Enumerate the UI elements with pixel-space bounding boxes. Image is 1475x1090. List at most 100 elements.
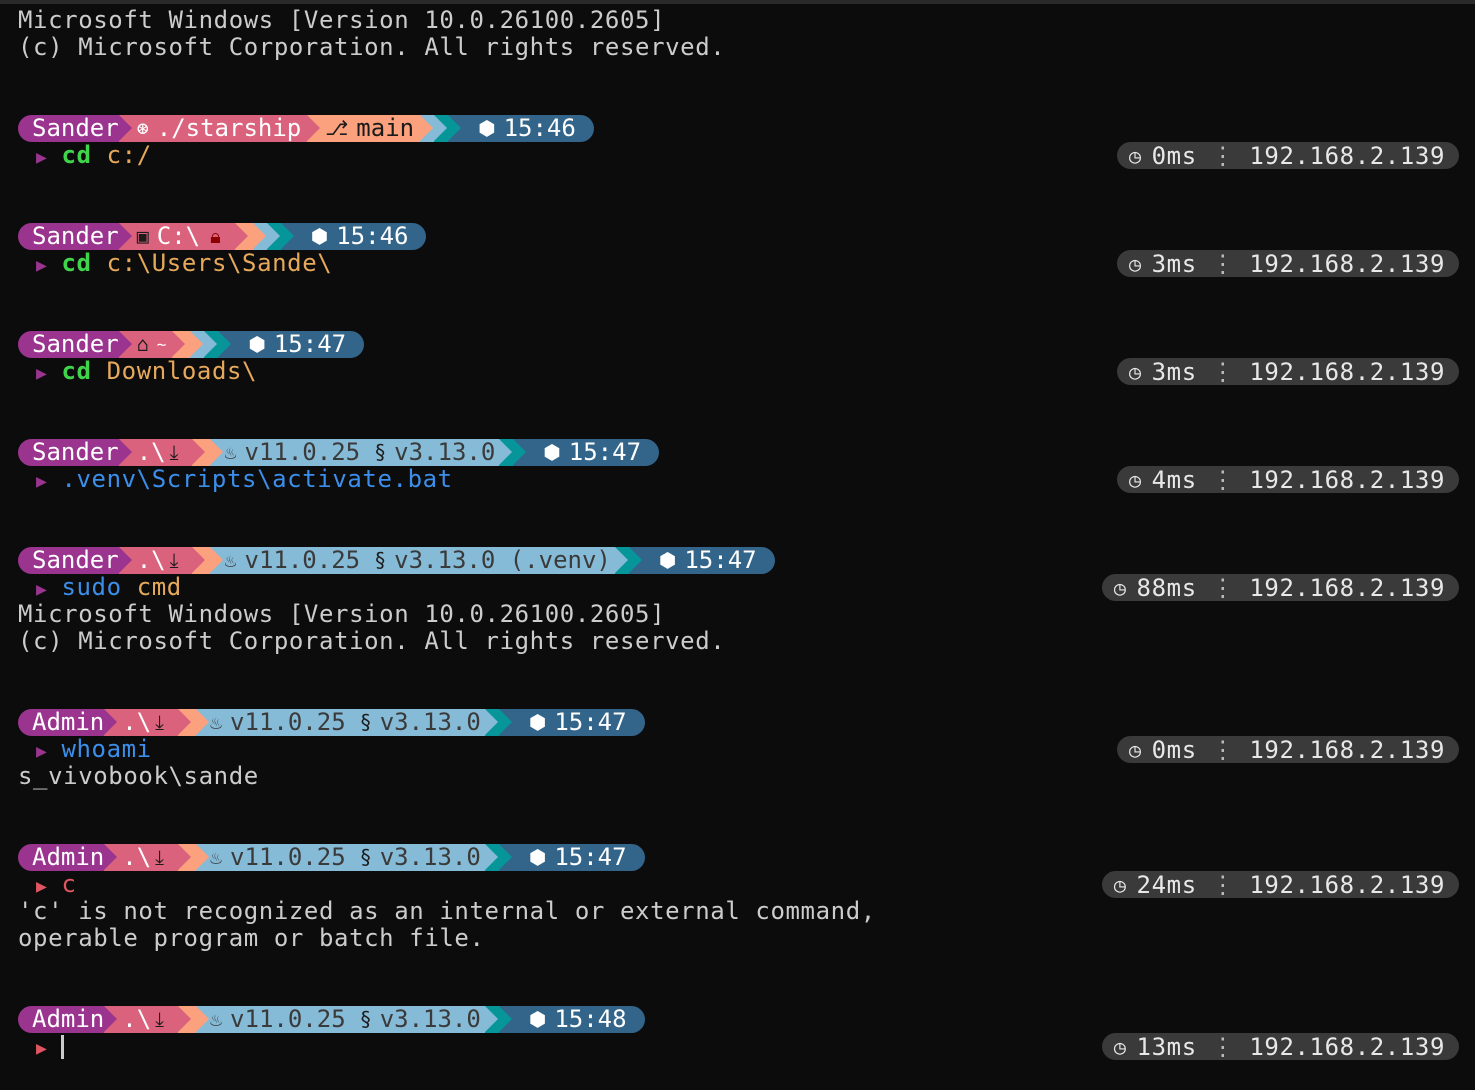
download-icon: ⤓ [155, 710, 164, 734]
segment-arrow [513, 439, 527, 465]
java-icon: ♨ [224, 440, 237, 464]
user-name: Sander [32, 546, 119, 574]
segment-arrow [307, 115, 321, 141]
ip-text: 192.168.2.139 [1249, 870, 1445, 899]
java-icon: ♨ [210, 1007, 223, 1031]
ip-text: 192.168.2.139 [1249, 141, 1445, 170]
separator: ⋮ [1210, 357, 1236, 386]
separator: ⋮ [1210, 735, 1236, 764]
time-segment: ⬢ 15:47 [498, 709, 645, 736]
command-line: ▶ c [36, 871, 77, 898]
download-icon: ⤓ [155, 1007, 164, 1031]
time-segment: ⬢ 15:46 [448, 115, 594, 142]
output-line: Microsoft Windows [Version 10.0.26100.26… [18, 600, 666, 628]
segment-arrow [118, 115, 132, 141]
user-segment: Admin [18, 709, 118, 736]
segment-arrow [628, 547, 642, 573]
clock-icon: ◷ [1113, 575, 1127, 600]
prompt-caret-icon: ▶ [36, 579, 48, 600]
right-status-badge: ◷ 13ms ⋮ 192.168.2.139 [1101, 1032, 1459, 1061]
path-text: ./starship [156, 114, 302, 142]
shield-icon: ⬢ [528, 1007, 547, 1031]
clock-icon: ◷ [1128, 467, 1142, 492]
time-segment: ⬢ 15:47 [218, 330, 365, 358]
prompt-bar: Admin .\ ⤓ ♨ v11.0.25 § v3.13.0 ⬢ 15:47 [18, 709, 645, 736]
java-icon: ♨ [210, 845, 223, 869]
right-status-badge: ◷ 0ms ⋮ 192.168.2.139 [1116, 735, 1459, 764]
segment-arrow [178, 844, 191, 870]
ip-text: 192.168.2.139 [1249, 1032, 1445, 1061]
segment-arrow [420, 115, 434, 141]
time-segment: ⬢ 15:48 [498, 1006, 645, 1033]
argument-text: c:/ [91, 141, 152, 169]
segment-arrow [498, 709, 512, 735]
argument-text: Downloads\ [91, 357, 258, 385]
shield-icon: ⬢ [543, 440, 561, 464]
segment-arrow [192, 439, 206, 465]
right-status-badge: ◷ 0ms ⋮ 192.168.2.139 [1116, 141, 1459, 170]
segment-arrow [196, 844, 209, 870]
user-segment: Sander [18, 439, 132, 466]
java-icon: ♨ [210, 710, 223, 734]
path-text: .\ [122, 843, 152, 871]
time-text: 15:47 [273, 330, 347, 358]
text-cursor [61, 1035, 65, 1059]
clock-icon: ◷ [1128, 251, 1142, 276]
user-name: Admin [32, 843, 105, 871]
segment-arrow [104, 844, 118, 870]
command-text: whoami [61, 735, 152, 763]
python-icon: § [374, 548, 387, 572]
java-version: v11.0.25 [230, 843, 346, 871]
python-version: v3.13.0 [394, 438, 496, 466]
shield-icon: ⬢ [658, 548, 677, 572]
command-text: .venv\Scripts\activate.bat [61, 465, 453, 493]
path-text: ~ [156, 335, 167, 354]
path-segment: ▣ C:\ 🔒︎ [118, 222, 248, 250]
command-text: cd [61, 249, 92, 277]
command-line: ▶ sudo cmd [36, 574, 182, 601]
user-name: Sander [32, 114, 119, 142]
segment-arrow [210, 439, 224, 465]
ip-text: 192.168.2.139 [1249, 249, 1445, 278]
time-segment: ⬢ 15:47 [498, 844, 645, 871]
separator: ⋮ [1210, 870, 1236, 899]
ip-text: 192.168.2.139 [1249, 573, 1445, 602]
shield-icon: ⬢ [310, 224, 329, 248]
clock-icon: ◷ [1128, 359, 1142, 384]
python-icon: § [359, 845, 372, 869]
prompt-bar: Sander .\ ⤓ ♨ v11.0.25 § v3.13.0 ⬢ 15:47 [18, 438, 660, 466]
user-segment: Sander [18, 330, 132, 358]
segment-arrow [118, 223, 132, 249]
prompt-bar: Sander ⌂ ~ ⬢ 15:47 [18, 330, 365, 358]
segment-arrow [614, 547, 628, 573]
duration-text: 88ms [1136, 573, 1197, 602]
segment-arrow [498, 1006, 512, 1032]
segment-arrow [190, 331, 204, 357]
language-segment: ♨ v11.0.25 § v3.13.0 (.venv) [210, 547, 628, 574]
header-copyright-line: (c) Microsoft Corporation. All rights re… [18, 33, 726, 61]
user-segment: Sander [18, 223, 132, 250]
user-name: Sander [32, 330, 119, 358]
path-text: C:\ [156, 222, 201, 250]
argument-text: c:\Users\Sande\ [91, 249, 333, 277]
prompt-bar: Sander .\ ⤓ ♨ v11.0.25 § v3.13.0 (.venv) ⬢ 15… [18, 547, 775, 574]
duration-text: 3ms [1151, 249, 1197, 278]
segment-arrow [178, 1006, 191, 1032]
command-line[interactable]: ▶ [36, 1033, 65, 1060]
segment-arrow [210, 547, 224, 573]
command-text: cd [61, 141, 92, 169]
duration-text: 0ms [1151, 735, 1197, 764]
segment-arrow [104, 709, 118, 735]
segment-arrow [196, 709, 209, 735]
time-segment: ⬢ 15:47 [513, 439, 660, 466]
terminal-area[interactable]: Microsoft Windows [Version 10.0.26100.26… [0, 0, 1475, 1090]
command-line: ▶ cd c:\Users\Sande\ [36, 250, 332, 277]
segment-arrow [204, 331, 218, 357]
segment-arrow [118, 547, 132, 573]
command-line: ▶ .venv\Scripts\activate.bat [36, 466, 453, 493]
time-segment: ⬢ 15:47 [628, 547, 775, 574]
command-line: ▶ cd Downloads\ [36, 358, 257, 385]
prompt-bar: Sander ▣ C:\ 🔒︎ ⬢ 15:46 [18, 222, 427, 250]
prompt-bar: Admin .\ ⤓ ♨ v11.0.25 § v3.13.0 ⬢ 15:47 [18, 844, 645, 871]
user-segment: Admin [18, 1006, 118, 1033]
